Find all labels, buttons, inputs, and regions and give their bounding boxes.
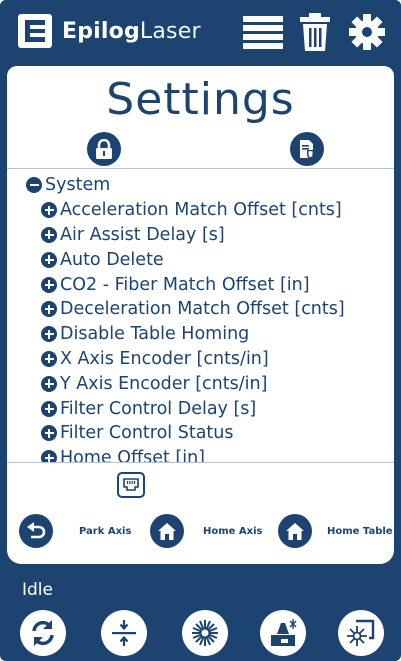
expand-icon[interactable] bbox=[41, 375, 57, 392]
tree-item-label: Filter Control Status bbox=[60, 423, 234, 444]
tree-item-label: Disable Table Homing bbox=[60, 324, 250, 345]
tree-item[interactable]: Home Offset [in] bbox=[7, 446, 394, 463]
app-frame: EpilogLaser Settings System Acceleration… bbox=[0, 0, 401, 661]
list-button[interactable] bbox=[243, 12, 283, 52]
park-axis-label[interactable]: Park Axis bbox=[79, 526, 131, 537]
lock-button[interactable] bbox=[87, 132, 121, 166]
document-button[interactable] bbox=[290, 132, 324, 166]
settings-card: Settings System Acceleration Match Offse… bbox=[7, 66, 394, 564]
laser-pointer-icon bbox=[347, 619, 375, 646]
tree-item[interactable]: Acceleration Match Offset [cnts] bbox=[7, 198, 394, 223]
expand-icon[interactable] bbox=[41, 326, 57, 343]
refresh-button[interactable] bbox=[20, 610, 66, 656]
tree-item[interactable]: Y Axis Encoder [cnts/in] bbox=[7, 371, 394, 396]
expand-icon[interactable] bbox=[41, 251, 57, 268]
tree-item[interactable]: Auto Delete bbox=[7, 247, 394, 272]
return-arrow-icon bbox=[27, 522, 46, 539]
laser-burst-icon bbox=[192, 620, 218, 646]
lock-icon bbox=[96, 139, 112, 159]
pointer-button[interactable] bbox=[338, 610, 384, 656]
expand-icon[interactable] bbox=[41, 400, 57, 417]
tree-item[interactable]: Filter Control Status bbox=[7, 421, 394, 446]
expand-icon[interactable] bbox=[41, 202, 57, 219]
home-axis-button[interactable] bbox=[150, 514, 184, 548]
job-button[interactable] bbox=[260, 610, 306, 656]
list-icon bbox=[243, 16, 283, 49]
epilog-logo: EpilogLaser bbox=[18, 14, 201, 48]
trash-button[interactable] bbox=[295, 12, 335, 52]
tree-item-label: Y Axis Encoder [cnts/in] bbox=[60, 373, 268, 394]
tree-node-system[interactable]: System bbox=[7, 173, 394, 198]
status-text: Idle bbox=[22, 580, 53, 600]
refresh-icon bbox=[32, 620, 54, 646]
logo-text-light: Laser bbox=[139, 18, 201, 44]
tree-item-label: Filter Control Delay [s] bbox=[60, 398, 257, 419]
expand-icon[interactable] bbox=[41, 226, 57, 243]
tree-item-label: Home Offset [in] bbox=[60, 448, 205, 463]
home-table-button[interactable] bbox=[278, 514, 312, 548]
focus-button[interactable] bbox=[101, 610, 147, 656]
tree-item[interactable]: X Axis Encoder [cnts/in] bbox=[7, 347, 394, 372]
page-title: Settings bbox=[106, 74, 295, 125]
expand-icon[interactable] bbox=[41, 301, 57, 318]
expand-icon[interactable] bbox=[41, 425, 57, 442]
tree-node-label: System bbox=[45, 175, 111, 196]
home-icon bbox=[158, 522, 176, 540]
expand-icon[interactable] bbox=[41, 350, 57, 367]
header-actions bbox=[243, 12, 387, 52]
tree-item[interactable]: Disable Table Homing bbox=[7, 322, 394, 347]
home-icon bbox=[286, 522, 304, 540]
home-axis-label[interactable]: Home Axis bbox=[203, 526, 263, 537]
tree-item[interactable]: Deceleration Match Offset [cnts] bbox=[7, 297, 394, 322]
park-axis-button[interactable] bbox=[19, 514, 53, 548]
tree-item-label: X Axis Encoder [cnts/in] bbox=[60, 348, 269, 369]
tree-item[interactable]: Air Assist Delay [s] bbox=[7, 223, 394, 248]
bottom-toolbar bbox=[0, 606, 401, 661]
trash-icon bbox=[300, 13, 330, 51]
logo-text: EpilogLaser bbox=[62, 19, 201, 44]
logo-text-bold: Epilog bbox=[62, 18, 140, 44]
laser-button[interactable] bbox=[182, 610, 228, 656]
tree-item-label: Auto Delete bbox=[60, 249, 164, 270]
settings-button[interactable] bbox=[347, 12, 387, 52]
logo-mark-icon bbox=[18, 14, 52, 48]
collapse-icon[interactable] bbox=[26, 177, 42, 194]
home-table-label[interactable]: Home Table bbox=[327, 526, 393, 537]
tree-item-label: Deceleration Match Offset [cnts] bbox=[60, 299, 345, 320]
expand-icon[interactable] bbox=[41, 276, 57, 293]
tree-item-label: CO2 - Fiber Match Offset [in] bbox=[60, 274, 310, 295]
document-shield-icon bbox=[300, 140, 314, 159]
job-engrave-icon bbox=[271, 619, 297, 646]
tree-item-label: Air Assist Delay [s] bbox=[60, 224, 225, 245]
top-bar: EpilogLaser bbox=[0, 0, 401, 66]
expand-icon[interactable] bbox=[41, 450, 57, 462]
axis-controls: Park Axis Home Axis Home Table bbox=[7, 514, 394, 550]
tree-item-label: Acceleration Match Offset [cnts] bbox=[60, 200, 342, 221]
gear-icon bbox=[349, 14, 385, 50]
settings-tree[interactable]: System Acceleration Match Offset [cnts] … bbox=[7, 168, 394, 463]
network-port-icon bbox=[123, 478, 139, 491]
tree-item[interactable]: CO2 - Fiber Match Offset [in] bbox=[7, 272, 394, 297]
focus-icon bbox=[112, 620, 136, 646]
tree-item[interactable]: Filter Control Delay [s] bbox=[7, 396, 394, 421]
network-button[interactable] bbox=[117, 472, 145, 498]
